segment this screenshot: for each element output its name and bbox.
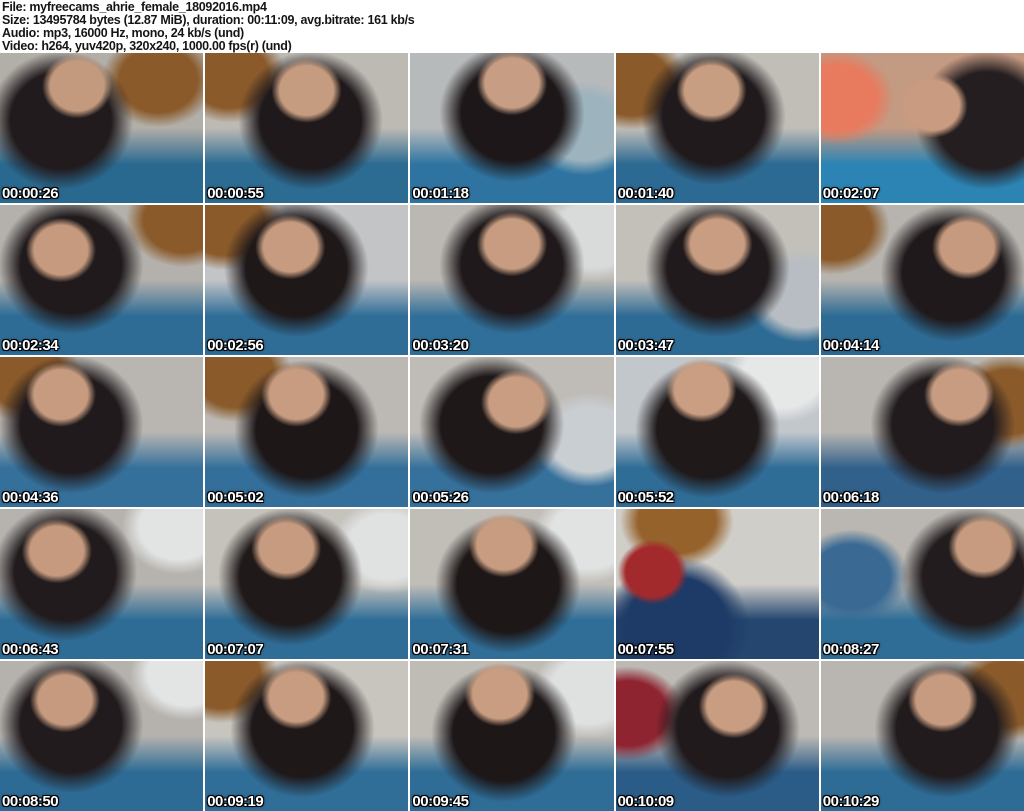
video-thumbnail: 00:05:52 — [615, 357, 819, 507]
video-thumbnail: 00:05:26 — [410, 357, 614, 507]
thumbnail-timestamp: 00:10:29 — [822, 793, 880, 810]
thumbnail-timestamp: 00:03:20 — [412, 337, 469, 354]
thumbnail-timestamp: 00:00:26 — [2, 185, 59, 202]
video-thumbnail: 00:07:07 — [205, 509, 409, 659]
video-thumbnail: 00:10:09 — [615, 661, 819, 811]
video-thumbnail: 00:09:45 — [410, 661, 614, 811]
thumbnail-timestamp: 00:05:02 — [207, 489, 264, 506]
thumbnail-timestamp: 00:08:50 — [2, 793, 59, 810]
video-thumbnail: 00:03:20 — [410, 205, 614, 355]
thumbnail-timestamp: 00:05:52 — [617, 489, 675, 506]
video-thumbnail: 00:01:40 — [615, 53, 819, 203]
video-thumbnail: 00:00:26 — [0, 53, 204, 203]
video-thumbnail: 00:07:55 — [615, 509, 819, 659]
thumbnail-grid: 00:00:26 00:00:55 00:01:18 00:01:40 00:02:07… — [0, 53, 1024, 811]
thumbnail-timestamp: 00:06:18 — [822, 489, 880, 506]
thumbnail-timestamp: 00:01:40 — [617, 185, 675, 202]
thumbnail-timestamp: 00:09:19 — [207, 793, 264, 810]
video-thumbnail: 00:00:55 — [205, 53, 409, 203]
video-thumbnail: 00:02:07 — [820, 53, 1024, 203]
thumbnail-timestamp: 00:02:34 — [2, 337, 59, 354]
thumbnail-timestamp: 00:00:55 — [207, 185, 264, 202]
video-thumbnail: 00:08:50 — [0, 661, 204, 811]
video-thumbnail: 00:04:14 — [820, 205, 1024, 355]
video-info-line: Video: h264, yuv420p, 320x240, 1000.00 f… — [2, 39, 292, 53]
video-thumbnail: 00:08:27 — [820, 509, 1024, 659]
thumbnail-timestamp: 00:10:09 — [617, 793, 675, 810]
thumbnail-timestamp: 00:02:07 — [822, 185, 880, 202]
thumbnail-timestamp: 00:05:26 — [412, 489, 469, 506]
video-thumbnail: 00:09:19 — [205, 661, 409, 811]
video-thumbnail: 00:01:18 — [410, 53, 614, 203]
thumbnail-timestamp: 00:07:07 — [207, 641, 264, 658]
thumbnail-timestamp: 00:03:47 — [617, 337, 675, 354]
video-thumbnail: 00:06:43 — [0, 509, 204, 659]
file-info-header: File: myfreecams_ahrie_female_18092016.m… — [0, 0, 1024, 53]
video-thumbnail: 00:04:36 — [0, 357, 204, 507]
video-thumbnail: 00:10:29 — [820, 661, 1024, 811]
thumbnail-timestamp: 00:01:18 — [412, 185, 469, 202]
thumbnail-timestamp: 00:07:55 — [617, 641, 675, 658]
thumbnail-timestamp: 00:04:36 — [2, 489, 59, 506]
thumbnail-timestamp: 00:09:45 — [412, 793, 469, 810]
contact-sheet: File: myfreecams_ahrie_female_18092016.m… — [0, 0, 1024, 811]
video-thumbnail: 00:05:02 — [205, 357, 409, 507]
thumbnail-timestamp: 00:02:56 — [207, 337, 264, 354]
thumbnail-timestamp: 00:04:14 — [822, 337, 880, 354]
video-thumbnail: 00:02:34 — [0, 205, 204, 355]
thumbnail-timestamp: 00:06:43 — [2, 641, 59, 658]
video-thumbnail: 00:03:47 — [615, 205, 819, 355]
video-thumbnail: 00:02:56 — [205, 205, 409, 355]
thumbnail-timestamp: 00:07:31 — [412, 641, 469, 658]
video-thumbnail: 00:06:18 — [820, 357, 1024, 507]
video-thumbnail: 00:07:31 — [410, 509, 614, 659]
thumbnail-timestamp: 00:08:27 — [822, 641, 880, 658]
